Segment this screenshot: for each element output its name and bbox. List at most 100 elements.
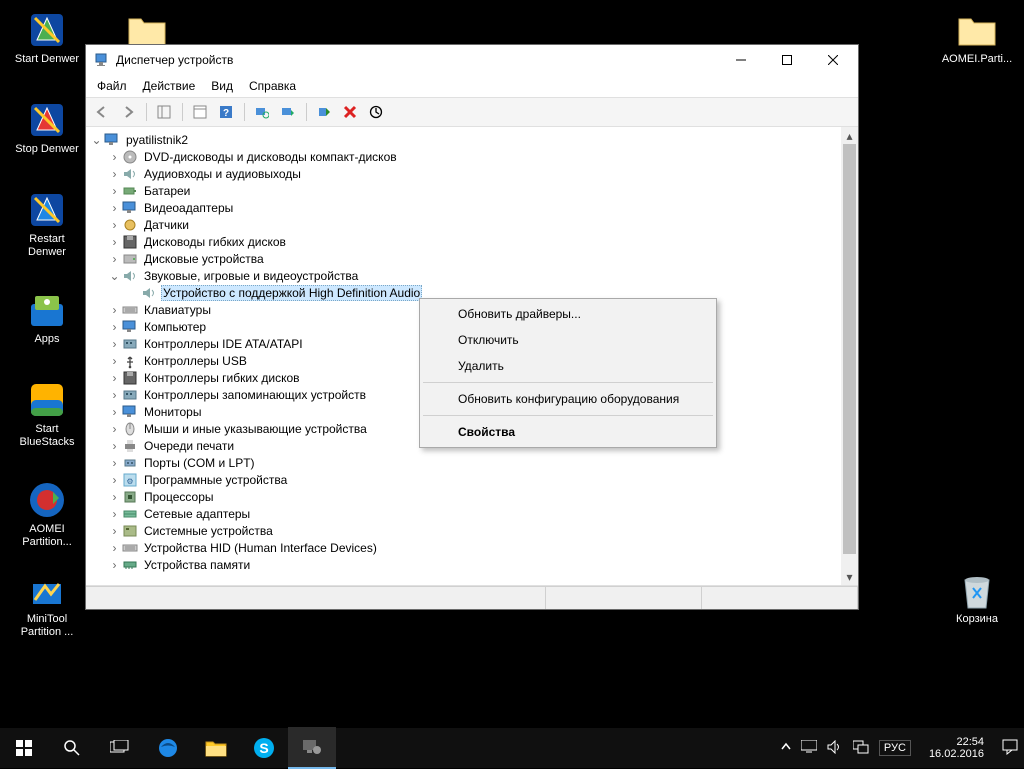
chevron-right-icon[interactable]: › — [108, 201, 121, 215]
desktop-icon[interactable]: AOMEI Partition... — [10, 480, 84, 549]
menu-file[interactable]: Файл — [90, 77, 134, 95]
file-explorer-taskbar-icon[interactable] — [192, 728, 240, 768]
minimize-button[interactable] — [718, 45, 764, 75]
chevron-right-icon[interactable]: › — [108, 473, 121, 487]
keyboard-icon — [122, 540, 138, 556]
tree-category[interactable]: ›Дисководы гибких дисков — [90, 233, 841, 250]
chevron-right-icon[interactable]: › — [108, 456, 121, 470]
taskbar[interactable]: S РУС 22:54 16.02.2016 — [0, 728, 1024, 768]
forward-button[interactable] — [116, 100, 140, 124]
scroll-up-icon[interactable]: ▴ — [841, 127, 858, 144]
tree-category[interactable]: ›Процессоры — [90, 488, 841, 505]
scan-hardware-button[interactable] — [250, 100, 274, 124]
context-menu-item[interactable]: Обновить конфигурацию оборудования — [422, 386, 714, 412]
desktop-icon-image — [957, 570, 997, 610]
volume-icon[interactable] — [827, 740, 843, 757]
menu-help[interactable]: Справка — [242, 77, 303, 95]
tree-category[interactable]: ›⚙Программные устройства — [90, 471, 841, 488]
context-menu-item[interactable]: Удалить — [422, 353, 714, 379]
tree-category[interactable]: ›Устройства памяти — [90, 556, 841, 573]
close-button[interactable] — [810, 45, 856, 75]
edge-taskbar-icon[interactable] — [144, 728, 192, 768]
disable-button[interactable] — [364, 100, 388, 124]
chevron-right-icon[interactable]: › — [108, 167, 121, 181]
chevron-right-icon[interactable]: › — [108, 354, 121, 368]
chevron-right-icon[interactable]: › — [108, 422, 121, 436]
tree-category[interactable]: ›Порты (COM и LPT) — [90, 454, 841, 471]
chevron-right-icon[interactable]: › — [108, 337, 121, 351]
tree-category[interactable]: ›Дисковые устройства — [90, 250, 841, 267]
tree-root[interactable]: ⌄pyatilistnik2 — [90, 131, 841, 148]
desktop-icon[interactable]: MiniTool Partition ... — [10, 570, 84, 639]
chevron-right-icon[interactable]: › — [108, 541, 121, 555]
chevron-right-icon[interactable]: › — [108, 150, 121, 164]
chevron-right-icon[interactable]: › — [108, 252, 121, 266]
chevron-right-icon[interactable]: › — [108, 303, 121, 317]
desktop-icon[interactable]: Start BlueStacks — [10, 380, 84, 449]
show-hide-tree-button[interactable] — [152, 100, 176, 124]
tree-category[interactable]: ›Датчики — [90, 216, 841, 233]
menu-view[interactable]: Вид — [204, 77, 240, 95]
desktop-icon-label: Start BlueStacks — [10, 423, 84, 449]
tray-chevron-icon[interactable] — [781, 741, 791, 755]
chevron-right-icon[interactable]: › — [108, 371, 121, 385]
maximize-button[interactable] — [764, 45, 810, 75]
chevron-right-icon[interactable]: › — [108, 218, 121, 232]
chevron-right-icon[interactable]: › — [108, 507, 121, 521]
chevron-down-icon[interactable]: ⌄ — [90, 133, 103, 147]
action-center-icon[interactable] — [1002, 739, 1018, 758]
usb-icon — [122, 353, 138, 369]
clock[interactable]: 22:54 16.02.2016 — [921, 736, 992, 760]
tree-category[interactable]: ›Системные устройства — [90, 522, 841, 539]
tree-category[interactable]: ›Аудиовходы и аудиовыходы — [90, 165, 841, 182]
desktop-icon[interactable]: Start Denwer — [10, 10, 84, 66]
enable-button[interactable] — [312, 100, 336, 124]
chevron-right-icon[interactable]: › — [108, 490, 121, 504]
update-driver-button[interactable] — [276, 100, 300, 124]
help-button[interactable]: ? — [214, 100, 238, 124]
desktop-icon[interactable]: Apps — [10, 290, 84, 346]
desktop[interactable]: Start Denwer Stop Denwer Restart Denwer App… — [0, 0, 1024, 728]
tree-category[interactable]: ›Устройства HID (Human Interface Devices… — [90, 539, 841, 556]
context-menu-item[interactable]: Обновить драйверы... — [422, 301, 714, 327]
device-manager-taskbar-icon[interactable] — [288, 727, 336, 769]
chevron-right-icon[interactable]: › — [108, 184, 121, 198]
speaker-icon — [122, 166, 138, 182]
language-indicator[interactable]: РУС — [879, 740, 911, 756]
back-button[interactable] — [90, 100, 114, 124]
chevron-right-icon[interactable]: › — [108, 439, 121, 453]
tree-category[interactable]: ›DVD-дисководы и дисководы компакт-диско… — [90, 148, 841, 165]
uninstall-button[interactable] — [338, 100, 362, 124]
task-view-button[interactable] — [96, 728, 144, 768]
chevron-right-icon[interactable]: › — [108, 405, 121, 419]
tray-display-icon[interactable] — [801, 740, 817, 757]
tree-category[interactable]: ›Батареи — [90, 182, 841, 199]
tree-category[interactable]: ›Сетевые адаптеры — [90, 505, 841, 522]
start-button[interactable] — [0, 728, 48, 768]
scrollbar-thumb[interactable] — [843, 144, 856, 554]
desktop-icon[interactable]: Stop Denwer — [10, 100, 84, 156]
tree-category[interactable]: ›Видеоадаптеры — [90, 199, 841, 216]
desktop-icon-image — [27, 190, 67, 230]
context-menu-item[interactable]: Отключить — [422, 327, 714, 353]
desktop-icon[interactable]: Корзина — [940, 570, 1014, 626]
scroll-down-icon[interactable]: ▾ — [841, 568, 858, 585]
search-button[interactable] — [48, 728, 96, 768]
desktop-icon-image — [27, 480, 67, 520]
chevron-right-icon[interactable]: › — [108, 235, 121, 249]
tree-category[interactable]: ⌄Звуковые, игровые и видеоустройства — [90, 267, 841, 284]
chevron-right-icon[interactable]: › — [108, 388, 121, 402]
chevron-right-icon[interactable]: › — [108, 558, 121, 572]
properties-button[interactable] — [188, 100, 212, 124]
vertical-scrollbar[interactable]: ▴ ▾ — [841, 127, 858, 585]
titlebar[interactable]: Диспетчер устройств — [86, 45, 858, 75]
context-menu-item[interactable]: Свойства — [422, 419, 714, 445]
menu-action[interactable]: Действие — [136, 77, 203, 95]
chevron-right-icon[interactable]: › — [108, 524, 121, 538]
chevron-down-icon[interactable]: ⌄ — [108, 269, 121, 283]
desktop-icon[interactable]: AOMEI.Parti... — [940, 10, 1014, 66]
skype-taskbar-icon[interactable]: S — [240, 728, 288, 768]
desktop-icon[interactable]: Restart Denwer — [10, 190, 84, 259]
chevron-right-icon[interactable]: › — [108, 320, 121, 334]
network-icon[interactable] — [853, 740, 869, 757]
